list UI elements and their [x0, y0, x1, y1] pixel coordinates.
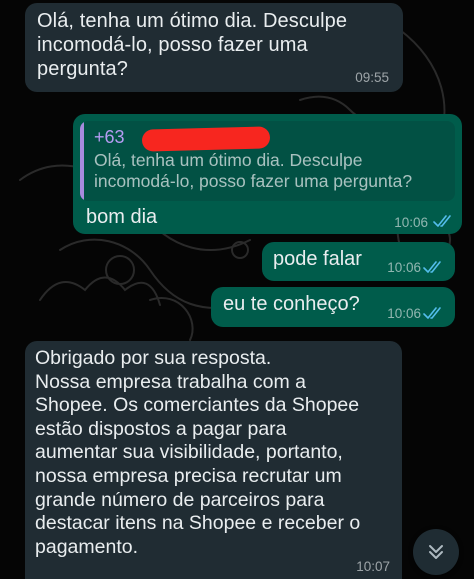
quote-accent-bar [80, 121, 84, 201]
quoted-author: +63 [94, 126, 445, 152]
message-timestamp: 10:07 [356, 559, 390, 574]
quoted-author-number: +63 [94, 127, 125, 147]
message-bubble-outgoing[interactable]: eu te conheço? 10:06 [211, 287, 455, 327]
message-bubble-incoming[interactable]: Obrigado por sua resposta. Nossa empresa… [25, 341, 402, 579]
message-timestamp: 10:06 [387, 260, 421, 275]
scroll-to-bottom-button[interactable] [413, 529, 459, 575]
quoted-message[interactable]: +63 Olá, tenha um ótimo dia. Desculpe in… [80, 121, 455, 201]
double-check-icon [433, 215, 451, 227]
message-bubble-outgoing[interactable]: pode falar 10:06 [262, 242, 455, 281]
message-timestamp: 10:06 [394, 215, 428, 230]
redaction-mark [141, 126, 271, 152]
double-chevron-down-icon [429, 545, 443, 559]
message-text: Obrigado por sua resposta. Nossa empresa… [35, 347, 361, 558]
message-bubble-incoming[interactable]: Olá, tenha um ótimo dia. Desculpe incomo… [25, 3, 403, 92]
quoted-text: Olá, tenha um ótimo dia. Desculpe incomo… [94, 150, 413, 191]
message-bubble-outgoing-reply[interactable]: +63 Olá, tenha um ótimo dia. Desculpe in… [73, 114, 462, 234]
message-timestamp: 09:55 [355, 70, 389, 85]
double-check-icon [423, 261, 441, 273]
message-text: Olá, tenha um ótimo dia. Desculpe incomo… [37, 10, 348, 80]
message-timestamp: 10:06 [387, 306, 421, 321]
double-check-icon [423, 307, 441, 319]
